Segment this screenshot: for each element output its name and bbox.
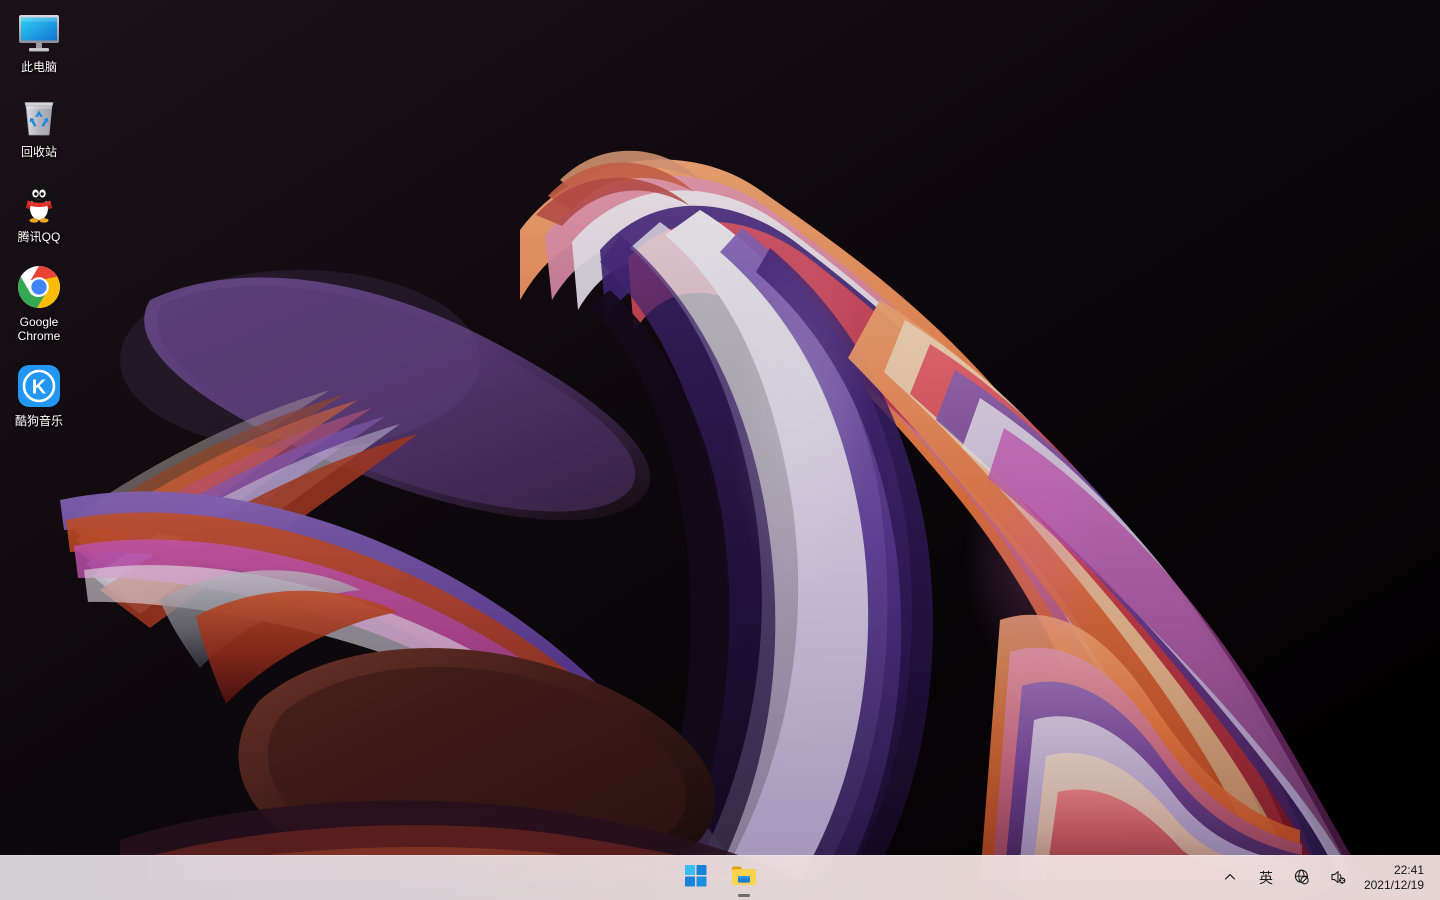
desktop-icon-grid: 此电脑 回收站 腾讯QQ Google Chrome K 酷狗音乐 [0,0,90,443]
desktop-icon-kugou-music[interactable]: K 酷狗音乐 [2,358,76,431]
volume-button[interactable] [1320,858,1356,898]
kugou-music-icon: K [15,362,63,410]
svg-text:K: K [32,377,47,399]
taskbar-active-indicator [738,894,750,897]
windows-logo-icon [685,864,707,892]
desktop-icon-label: 酷狗音乐 [14,414,63,428]
this-pc-icon [15,8,63,56]
folder-icon [731,864,757,893]
taskbar: 英 22:41 2021/12/19 [0,855,1440,900]
speaker-muted-icon [1329,868,1347,889]
desktop-screen: 此电脑 回收站 腾讯QQ Google Chrome K 酷狗音乐 英 22:4… [0,0,1440,900]
desktop-wallpaper[interactable] [0,0,1440,900]
wallpaper-artwork [0,0,1440,900]
file-explorer-button[interactable] [723,858,765,898]
desktop-icon-this-pc[interactable]: 此电脑 [2,4,76,77]
desktop-icon-label: 回收站 [20,145,57,159]
desktop-icon-label: Google Chrome [17,315,61,343]
recycle-bin-icon [15,93,63,141]
desktop-icon-label: 此电脑 [20,60,57,74]
ime-indicator[interactable]: 英 [1248,858,1284,898]
network-disconnected-icon [1293,868,1311,889]
start-button[interactable] [675,858,717,898]
network-button[interactable] [1284,858,1320,898]
clock-time: 22:41 [1393,863,1424,877]
desktop-icon-tencent-qq[interactable]: 腾讯QQ [2,174,76,247]
desktop-icon-google-chrome[interactable]: Google Chrome [2,259,76,346]
system-tray: 英 22:41 2021/12/19 [1212,856,1440,900]
ime-english-icon: 英 [1258,870,1273,886]
clock-area[interactable]: 22:41 2021/12/19 [1356,858,1434,898]
tencent-qq-icon [15,178,63,226]
google-chrome-icon [15,263,63,311]
desktop-icon-label: 腾讯QQ [17,230,61,244]
clock-date: 2021/12/19 [1363,878,1424,892]
desktop-icon-recycle-bin[interactable]: 回收站 [2,89,76,162]
show-hidden-icons-button[interactable] [1212,858,1248,898]
taskbar-center-group [675,856,765,900]
chevron-up-icon [1223,870,1237,887]
